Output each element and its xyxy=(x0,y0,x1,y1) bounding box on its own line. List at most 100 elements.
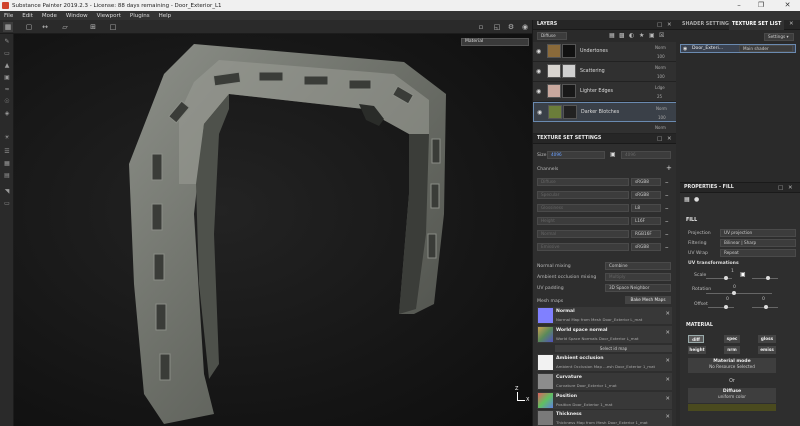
visibility-eye-icon[interactable]: ◉ xyxy=(536,48,541,55)
camera-view-icon[interactable]: ▫ xyxy=(476,22,486,32)
remove-channel-icon[interactable]: – xyxy=(665,230,669,238)
shader-select[interactable]: Main shader xyxy=(739,45,793,52)
eraser-icon[interactable]: ▭ xyxy=(3,50,11,58)
symmetry-icon[interactable]: ▱ xyxy=(60,22,70,32)
smudge-icon[interactable]: ≈ xyxy=(3,86,11,94)
layer-opacity[interactable]: 100 xyxy=(657,54,665,59)
mirror-icon[interactable]: ↔ xyxy=(40,22,50,32)
remove-map-icon[interactable]: ✕ xyxy=(665,414,670,420)
uv-padding-select[interactable]: 3D Space Neighbor xyxy=(605,284,671,292)
visibility-eye-icon[interactable]: ◉ xyxy=(537,109,542,116)
add-fill-icon[interactable]: ▩ xyxy=(619,32,625,39)
remove-map-icon[interactable]: ✕ xyxy=(665,330,670,336)
minimize-icon[interactable]: – xyxy=(730,0,748,11)
mesh-map-slot[interactable]: Thickness Thickness Map from Mesh Door_E… xyxy=(537,410,672,426)
display-icon[interactable]: ◥ xyxy=(3,188,11,196)
rotation-slider-knob[interactable] xyxy=(732,291,736,295)
remove-map-icon[interactable]: ✕ xyxy=(665,377,670,383)
channel-select[interactable]: Diffuse xyxy=(537,32,567,40)
add-icon[interactable]: ⊞ xyxy=(88,22,98,32)
panel-float-icon[interactable]: □ xyxy=(657,134,662,144)
visibility-eye-icon[interactable]: ◉ xyxy=(536,88,541,95)
channel-format[interactable]: L8 xyxy=(631,204,661,212)
tab-shader-settings[interactable]: SHADER SETTINGS xyxy=(679,20,735,30)
channel-format[interactable]: sRGB8 xyxy=(631,243,661,251)
offset-y-knob[interactable] xyxy=(764,305,768,309)
layer-opacity[interactable]: 25 xyxy=(657,94,662,99)
snap-icon[interactable]: □ xyxy=(108,22,118,32)
menu-file[interactable]: File xyxy=(4,13,13,19)
remove-channel-icon[interactable]: – xyxy=(665,191,669,199)
mat-button-diff[interactable]: diff xyxy=(688,335,704,343)
add-mask-icon[interactable]: ◐ xyxy=(629,32,634,39)
remove-channel-icon[interactable]: – xyxy=(665,217,669,225)
log-icon[interactable]: ▤ xyxy=(3,172,11,180)
offset-x-slider[interactable] xyxy=(708,307,734,308)
channel-format[interactable]: L16F xyxy=(631,217,661,225)
mat-button-emiss[interactable]: emiss xyxy=(758,346,776,354)
projection-select[interactable]: UV projection xyxy=(720,229,796,237)
menu-help[interactable]: Help xyxy=(159,13,172,19)
menu-window[interactable]: Window xyxy=(66,13,88,19)
layer-blend[interactable]: Norm xyxy=(656,106,667,111)
layer-blend[interactable]: Norm xyxy=(655,125,666,130)
scale-slider-knob[interactable] xyxy=(724,276,728,280)
panel-float-icon[interactable]: □ xyxy=(778,183,783,193)
layer-row[interactable]: Norm xyxy=(533,122,677,134)
brush-settings-icon[interactable]: ▢ xyxy=(24,22,34,32)
remove-channel-icon[interactable]: – xyxy=(665,178,669,186)
panel-float-icon[interactable]: □ xyxy=(657,20,662,30)
3d-viewport[interactable]: Material Z X xyxy=(14,34,532,426)
normal-mixing-select[interactable]: Combine xyxy=(605,262,671,270)
panel-close-icon[interactable]: ✕ xyxy=(667,134,672,144)
layer-row[interactable]: ◉ Scattering Norm 100 xyxy=(533,62,677,82)
bake-mesh-maps-button[interactable]: Bake Mesh Maps xyxy=(625,296,671,304)
add-channel-icon[interactable]: + xyxy=(666,164,672,172)
uvwrap-select[interactable]: Repeat xyxy=(720,249,796,257)
texture-set-row[interactable]: ◉ Door_Exteri... Main shader xyxy=(680,44,796,53)
render-icon[interactable]: ⚙ xyxy=(506,22,516,32)
screenshot-camera-icon[interactable]: ◉ xyxy=(520,22,530,32)
color-picker-icon[interactable]: ◈ xyxy=(3,110,11,118)
history-icon[interactable]: ▭ xyxy=(3,200,11,208)
fill-mode-icon[interactable]: ▦ xyxy=(684,196,690,203)
filtering-select[interactable]: Bilinear | Sharp xyxy=(720,239,796,247)
scale-slider-track-v[interactable] xyxy=(752,278,778,279)
channel-format[interactable]: sRGB8 xyxy=(631,178,661,186)
menu-plugins[interactable]: Plugins xyxy=(130,13,150,19)
projection-icon[interactable]: ▲ xyxy=(3,62,11,70)
material-sphere-icon[interactable]: ● xyxy=(694,196,699,203)
ao-mixing-select[interactable]: Multiply xyxy=(605,273,671,281)
layer-blend[interactable]: Ldge xyxy=(655,85,665,90)
layer-blend[interactable]: Norm xyxy=(655,45,666,50)
texture-set-icon[interactable]: ▦ xyxy=(3,160,11,168)
clone-icon[interactable]: ☉ xyxy=(3,98,11,106)
layer-opacity[interactable]: 100 xyxy=(658,115,666,120)
rotation-slider-track[interactable] xyxy=(706,293,772,294)
menu-viewport[interactable]: Viewport xyxy=(97,13,121,19)
lock-icon[interactable]: ▣ xyxy=(610,151,616,158)
visibility-eye-icon[interactable]: ◉ xyxy=(536,68,541,75)
add-folder-icon[interactable]: ▣ xyxy=(649,32,655,39)
layer-row[interactable]: ◉ Undertones Norm 100 xyxy=(533,42,677,62)
mat-button-gloss[interactable]: gloss xyxy=(758,335,776,343)
select-id-map-button[interactable]: Select id map xyxy=(555,345,672,352)
mesh-map-slot[interactable]: World space normal World Space Normals D… xyxy=(537,326,672,343)
offset-x-knob[interactable] xyxy=(724,305,728,309)
bake-icon[interactable]: ☰ xyxy=(3,148,11,156)
channel-format[interactable]: sRGB8 xyxy=(631,191,661,199)
paint-brush-icon[interactable]: ✎ xyxy=(3,38,11,46)
remove-map-icon[interactable]: ✕ xyxy=(665,396,670,402)
remove-channel-icon[interactable]: – xyxy=(665,204,669,212)
remove-map-icon[interactable]: ✕ xyxy=(665,358,670,364)
mesh-map-slot[interactable]: Ambient occlusion Ambient Occlusion Map … xyxy=(537,354,672,371)
settings-dropdown[interactable]: Settings ▾ xyxy=(764,33,794,41)
menu-edit[interactable]: Edit xyxy=(22,13,33,19)
mesh-map-slot[interactable]: Position Position Door_Exterior 1_mat ✕ xyxy=(537,392,672,409)
panel-close-icon[interactable]: ✕ xyxy=(667,20,672,30)
add-effect-icon[interactable]: ★ xyxy=(639,32,644,39)
geometry-mask-icon[interactable]: ▣ xyxy=(3,74,11,82)
scale-slider-knob-v[interactable] xyxy=(766,276,770,280)
scale-slider-track[interactable] xyxy=(706,278,732,279)
tab-texture-set-list[interactable]: TEXTURE SET LIST xyxy=(729,20,785,30)
